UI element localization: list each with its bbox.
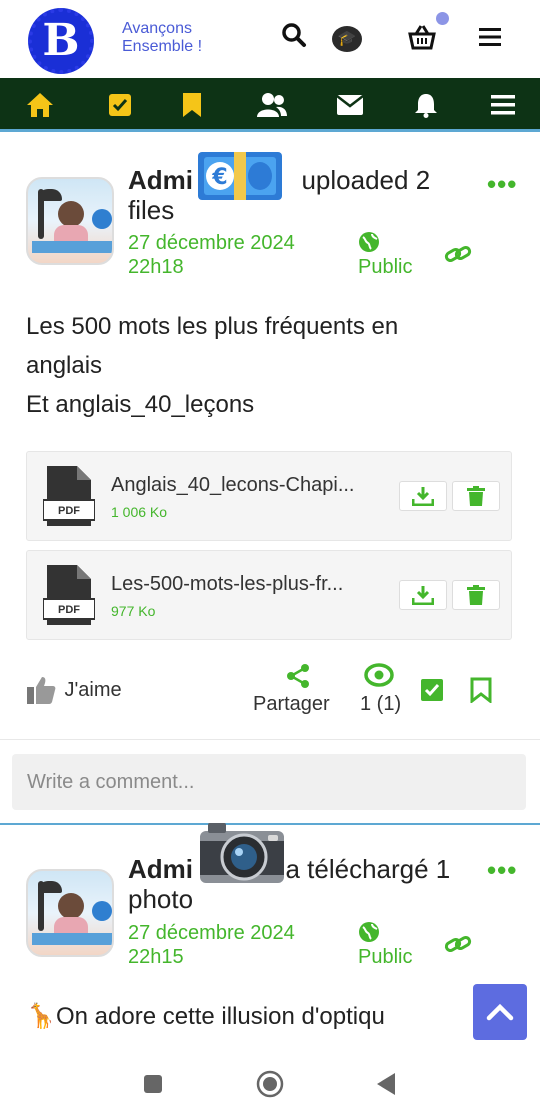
like-label[interactable]: J'aime xyxy=(64,679,121,701)
tagline-line2: Ensemble ! xyxy=(122,38,203,55)
visibility-label: Public xyxy=(358,256,413,278)
money-emoji-icon: € xyxy=(196,147,284,205)
back-icon[interactable] xyxy=(376,1072,396,1101)
post-action: uploaded 2 xyxy=(301,165,431,195)
bell-icon[interactable] xyxy=(412,91,440,119)
views-eye-icon xyxy=(364,663,394,692)
file-size: 1 006 Ko xyxy=(111,504,168,520)
file-attachment[interactable]: PDF Les-500-mots-les-plus-fr... 977 Ko xyxy=(26,550,512,640)
home-icon[interactable] xyxy=(26,91,54,119)
chevron-up-icon xyxy=(486,1003,514,1021)
post-text-line: Et anglais_40_leçons xyxy=(26,391,255,418)
link-icon[interactable] xyxy=(444,933,472,960)
bookmark-icon[interactable] xyxy=(178,91,206,119)
delete-button[interactable] xyxy=(452,481,500,511)
basket-icon[interactable] xyxy=(408,24,436,55)
post-time: 22h15 xyxy=(128,946,184,968)
save-bookmark-icon[interactable] xyxy=(470,677,492,708)
post-options-icon[interactable]: ••• xyxy=(487,857,517,883)
comment-input[interactable]: Write a comment... xyxy=(12,754,526,810)
like-button[interactable]: J'aime xyxy=(26,675,122,705)
graduation-cap-icon[interactable]: 🎓 xyxy=(332,26,362,52)
post-date[interactable]: 27 décembre 2024 22h15 xyxy=(128,921,295,969)
post-text-line: anglais xyxy=(26,352,103,379)
home-button-icon[interactable] xyxy=(256,1070,284,1103)
thumbs-up-icon xyxy=(27,677,56,704)
post-date[interactable]: 27 décembre 2024 22h18 xyxy=(128,231,295,279)
download-icon xyxy=(412,487,434,506)
author-avatar[interactable] xyxy=(26,869,114,957)
post-action-line2: photo xyxy=(128,884,194,914)
scroll-to-top-button[interactable] xyxy=(473,984,527,1040)
post-time: 22h18 xyxy=(128,256,184,278)
post-date-line1: 27 décembre 2024 xyxy=(128,232,295,254)
post-header: Admi uploaded 2 files xyxy=(128,165,488,225)
search-icon[interactable] xyxy=(281,22,307,53)
giraffe-emoji-icon: 🦒 xyxy=(26,1003,56,1030)
post-options-icon[interactable]: ••• xyxy=(487,171,517,197)
download-icon xyxy=(412,586,434,605)
file-name[interactable]: Anglais_40_lecons-Chapi... xyxy=(111,474,391,497)
post-card: Admi a téléchargé 1 photo ••• 27 décembr… xyxy=(0,823,540,1052)
views-count: 1 (1) xyxy=(360,693,402,715)
main-navbar xyxy=(0,78,540,132)
file-type-label: PDF xyxy=(58,505,80,517)
trash-icon xyxy=(467,585,485,605)
post-text: Les 500 mots les plus fréquents en angla… xyxy=(26,307,526,424)
post-header: Admi a téléchargé 1 photo xyxy=(128,854,488,914)
download-button[interactable] xyxy=(399,580,447,610)
post-text: 🦒On adore cette illusion d'optiqu xyxy=(26,997,478,1036)
post-action-line2: files xyxy=(128,195,175,225)
link-icon[interactable] xyxy=(444,243,472,270)
author-avatar[interactable] xyxy=(26,177,114,265)
post-action: a téléchargé 1 xyxy=(285,854,451,884)
tasks-icon[interactable] xyxy=(106,91,134,119)
post-date-line1: 27 décembre 2024 xyxy=(128,922,295,944)
file-attachment[interactable]: PDF Anglais_40_lecons-Chapi... 1 006 Ko xyxy=(26,451,512,541)
top-header: B Avançons Ensemble ! 🎓 xyxy=(0,0,540,78)
svg-text:€: € xyxy=(211,165,227,190)
tagline-line1: Avançons xyxy=(122,20,192,37)
trash-icon xyxy=(467,486,485,506)
mark-done-icon[interactable] xyxy=(420,678,444,707)
site-logo[interactable]: B xyxy=(28,8,94,74)
visibility-label: Public xyxy=(358,946,413,968)
menu-icon[interactable] xyxy=(479,27,501,52)
system-nav-bar xyxy=(0,1050,540,1117)
file-name[interactable]: Les-500-mots-les-plus-fr... xyxy=(111,573,391,596)
camera-emoji-icon xyxy=(198,819,286,887)
share-label[interactable]: Partager xyxy=(253,693,330,716)
nav-menu-icon[interactable] xyxy=(489,91,517,119)
post-text-line: Les 500 mots les plus fréquents en xyxy=(26,313,399,340)
site-tagline: Avançons Ensemble ! xyxy=(122,20,202,56)
recent-apps-icon[interactable] xyxy=(143,1074,163,1099)
globe-icon xyxy=(358,231,380,258)
pdf-file-icon: PDF xyxy=(42,563,96,627)
globe-icon xyxy=(358,921,380,948)
cart-notification-dot xyxy=(436,12,449,25)
author-name[interactable]: Admi xyxy=(128,165,193,195)
post-card: Admi uploaded 2 files € ••• 27 décembre … xyxy=(0,135,540,825)
envelope-icon[interactable] xyxy=(336,91,364,119)
share-icon[interactable] xyxy=(286,664,310,693)
logo-letter: B xyxy=(42,15,80,66)
file-size: 977 Ko xyxy=(111,603,156,619)
delete-button[interactable] xyxy=(452,580,500,610)
pdf-file-icon: PDF xyxy=(42,464,96,528)
download-button[interactable] xyxy=(399,481,447,511)
file-type-label: PDF xyxy=(58,604,80,616)
author-name[interactable]: Admi xyxy=(128,854,193,884)
post-text-line: On adore cette illusion d'optiqu xyxy=(56,1003,385,1030)
users-icon[interactable] xyxy=(256,91,288,119)
divider xyxy=(0,739,540,740)
